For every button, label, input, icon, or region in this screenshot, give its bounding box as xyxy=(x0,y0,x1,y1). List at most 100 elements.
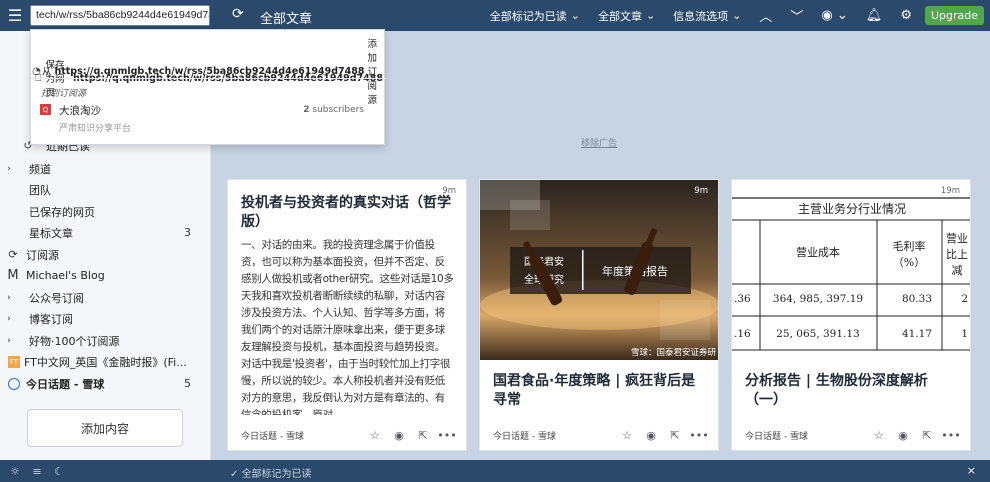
close-icon[interactable]: × xyxy=(967,464,976,477)
chevron-down-icon: ⌄ xyxy=(645,9,656,22)
svg-text:营业: 营业 xyxy=(946,231,968,245)
sidebar-item-feeds[interactable]: ⟳ 订阅源 xyxy=(0,244,211,265)
article-card[interactable]: 国泰君安 全球研究 年度策略报告 雪球：国泰君安证券研 9m 国君食品·年度策略… xyxy=(479,179,719,451)
feed-options-dropdown[interactable]: 信息流选项 ⌄ xyxy=(664,8,750,24)
sidebar-item-goods[interactable]: › 好物·100个订阅源 xyxy=(0,330,211,351)
read-toggle-icon[interactable]: ◉ xyxy=(639,429,663,442)
article-source[interactable]: 今日话题 - 雪球 xyxy=(493,429,615,442)
chevron-down-icon: ⌄ xyxy=(570,9,580,22)
refresh-icon[interactable]: ⟳ xyxy=(232,6,244,22)
card-footer: 今日话题 - 雪球 ☆ ◉ ⇱ ••• xyxy=(493,429,711,442)
table-cell: 2 xyxy=(961,293,968,305)
external-link-icon[interactable]: ⇱ xyxy=(915,429,939,442)
xueqiu-logo-icon xyxy=(8,377,20,390)
sidebar-item-teams[interactable]: 团队 xyxy=(0,179,211,200)
sidebar-item-label: 团队 xyxy=(29,183,51,197)
article-card[interactable]: 主营业务分行业情况 营业成本 毛利率 （%） 营业 比上 减 .36 364, … xyxy=(731,179,971,451)
sidebar-item-label: 今日话题 - 雪球 xyxy=(26,377,105,391)
m-logo-icon: M xyxy=(7,268,19,283)
eye-icon[interactable]: ◉ ⌄ xyxy=(812,8,856,23)
top-bar: ☰ tech/w/rss/5ba86cb9244d4e61949d7488 ⟳ … xyxy=(0,0,990,31)
article-title[interactable]: 国君食品·年度策略 | 疯狂背后是寻常 xyxy=(493,372,707,410)
bell-icon[interactable]: 🔔︎ xyxy=(857,8,892,23)
table-title: 主营业务分行业情况 xyxy=(798,201,906,216)
all-articles-dropdown[interactable]: 全部文章 ⌄ xyxy=(589,8,664,24)
refresh-icon: ⟳ xyxy=(8,248,18,261)
sidebar-item-michaels-blog[interactable]: M Michael's Blog xyxy=(0,265,211,286)
sidebar-item-label: FT中文网_英国《金融时报》(Fi... xyxy=(24,355,187,369)
read-toggle-icon[interactable]: ◉ xyxy=(387,429,411,442)
mark-all-read-label: 全部标记为已读 xyxy=(489,9,567,23)
article-title[interactable]: 分析报告 | 生物股份深度解析（一） xyxy=(745,372,959,410)
article-excerpt: 一、对话的由来。我的投资理念属于价值投资，也可以称为基本面投资，但并不否定、反感… xyxy=(241,239,454,415)
table-col-cost: 营业成本 xyxy=(796,245,840,259)
table-cell: .36 xyxy=(734,293,751,305)
subscriber-label: subscribers xyxy=(312,105,364,115)
card-footer: 今日话题 - 雪球 ☆ ◉ ⇱ ••• xyxy=(241,429,459,442)
article-time: 9m xyxy=(694,186,708,196)
toolbar-right: 全部标记为已读 ⌄ 全部文章 ⌄ 信息流选项 ⌄ ︿ ﹀ ◉ ⌄ 🔔︎ ⚙ Upgra… xyxy=(481,0,990,31)
chevron-down-nav-icon[interactable]: ﹀ xyxy=(781,6,812,25)
sidebar-item-ft[interactable]: FT FT中文网_英国《金融时报》(Fi... xyxy=(0,351,211,372)
sidebar-item-starred[interactable]: 星标文章 3 xyxy=(0,222,211,243)
gear-icon[interactable]: ⚙ xyxy=(891,8,921,23)
menu-icon[interactable]: ☰ xyxy=(0,0,30,31)
sidebar-item-blogs[interactable]: › 博客订阅 xyxy=(0,308,211,329)
sidebar-item-wechat[interactable]: › 公众号订阅 xyxy=(0,287,211,308)
table-cell: 41.17 xyxy=(902,328,932,340)
feed-options-label: 信息流选项 xyxy=(673,9,729,23)
svg-text:减: 减 xyxy=(952,264,963,277)
more-icon[interactable]: ••• xyxy=(687,429,711,442)
list-icon[interactable]: ≡ xyxy=(26,465,48,478)
chevron-right-icon: › xyxy=(7,335,11,346)
feed-suggestion-desc: 严肃知识分享平台 xyxy=(59,124,132,134)
article-image: 主营业务分行业情况 营业成本 毛利率 （%） 营业 比上 减 .36 364, … xyxy=(732,180,970,360)
url-input[interactable]: tech/w/rss/5ba86cb9244d4e61949d7488 xyxy=(30,5,210,26)
subscriber-number: 2 xyxy=(303,105,310,115)
image-watermark: 雪球：国泰君安证券研 xyxy=(631,347,717,358)
article-image: 国泰君安 全球研究 年度策略报告 雪球：国泰君安证券研 xyxy=(480,180,718,360)
sidebar-item-label: 订阅源 xyxy=(26,248,59,262)
upgrade-button[interactable]: Upgrade xyxy=(924,6,984,25)
sidebar-item-saved-pages[interactable]: 已保存的网页 xyxy=(0,201,211,222)
sidebar-item-label: 星标文章 xyxy=(29,226,73,240)
sidebar-item-label: 博客订阅 xyxy=(29,312,73,326)
mark-all-read-button[interactable]: 全部标记为已读 ⌄ xyxy=(481,8,589,24)
found-feeds-label: 找到订阅源 xyxy=(41,89,87,99)
sidebar-item-label: 好物·100个订阅源 xyxy=(29,334,120,348)
chevron-down-icon: ⌄ xyxy=(732,9,742,22)
sidebar-item-label: 已保存的网页 xyxy=(29,205,95,219)
sidebar-item-channels[interactable]: › 频道 xyxy=(0,158,211,179)
sidebar-item-xueqiu[interactable]: 今日话题 - 雪球 5 xyxy=(0,373,211,394)
read-toggle-icon[interactable]: ◉ xyxy=(891,429,915,442)
chevron-right-icon: › xyxy=(7,292,11,303)
page-title: 全部文章 xyxy=(260,12,313,27)
star-icon[interactable]: ☆ xyxy=(867,429,891,442)
article-time: 19m xyxy=(940,186,960,196)
sun-icon[interactable]: ☼ xyxy=(4,465,26,478)
star-icon[interactable]: ☆ xyxy=(363,429,387,442)
star-icon[interactable]: ☆ xyxy=(615,429,639,442)
chevron-right-icon: › xyxy=(7,313,11,324)
chevron-up-icon[interactable]: ︿ xyxy=(750,6,781,25)
card-footer: 今日话题 - 雪球 ☆ ◉ ⇱ ••• xyxy=(745,429,963,442)
svg-text:（%）: （%） xyxy=(893,256,925,269)
article-card[interactable]: 9m 投机者与投资者的真实对话（哲学版） 一、对话的由来。我的投资理念属于价值投… xyxy=(227,179,467,451)
article-source[interactable]: 今日话题 - 雪球 xyxy=(241,429,363,442)
mark-all-read-toast[interactable]: ✓ 全部标记为已读 xyxy=(230,465,312,480)
add-content-button[interactable]: 添加内容 xyxy=(27,409,183,447)
more-icon[interactable]: ••• xyxy=(435,429,459,442)
article-source[interactable]: 今日话题 - 雪球 xyxy=(745,429,867,442)
chevron-right-icon: › xyxy=(7,163,11,174)
feed-logo-icon: Q xyxy=(40,104,51,115)
external-link-icon[interactable]: ⇱ xyxy=(663,429,687,442)
unread-count: 5 xyxy=(184,377,191,390)
article-title[interactable]: 投机者与投资者的真实对话（哲学版） xyxy=(241,194,459,232)
mark-all-read-toast-label: 全部标记为已读 xyxy=(241,469,312,480)
external-link-icon[interactable]: ⇱ xyxy=(411,429,435,442)
table-cell: 25, 065, 391.13 xyxy=(776,328,860,340)
moon-icon[interactable]: ☾ xyxy=(48,465,70,478)
more-icon[interactable]: ••• xyxy=(939,429,963,442)
feed-suggestion-name[interactable]: 大浪淘沙 xyxy=(59,103,101,118)
remove-ad-link[interactable]: 移除广告 xyxy=(581,136,617,149)
